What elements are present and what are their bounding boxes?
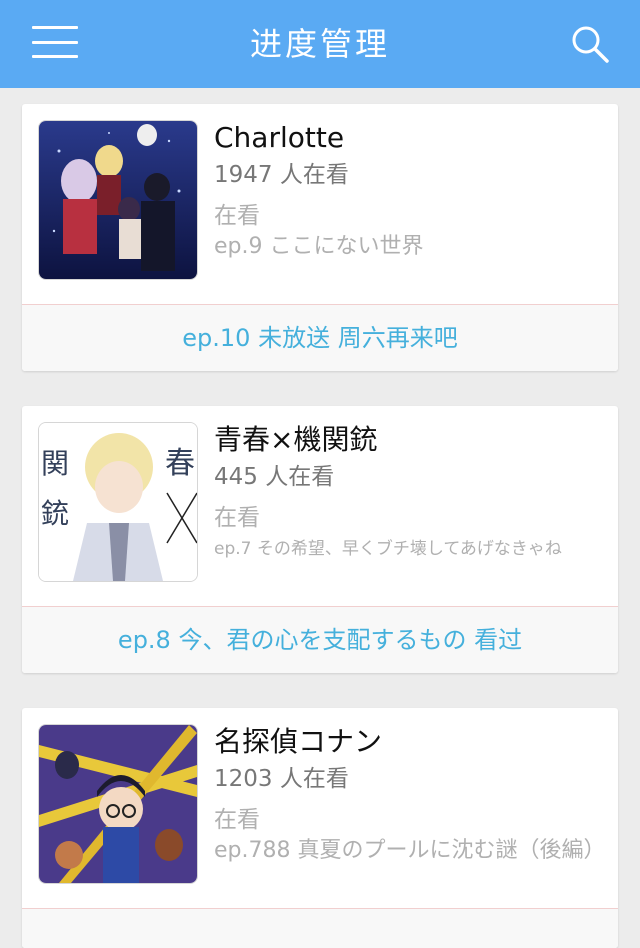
show-card[interactable]: Charlotte 1947 人在看 在看 ep.9 ここにない世界 ep.10… [22,104,618,371]
cover-glyph: 銃 [41,497,69,530]
show-cover-image: 関 銃 春 [38,422,198,582]
next-episode-button[interactable]: ep.8 今、君の心を支配するもの 看过 [22,606,618,673]
latest-episode: ep.7 その希望、早くブチ壊してあげなきゃね [214,539,562,559]
show-title: 青春×機関銃 [214,423,378,456]
show-title: 名探偵コナン [214,725,383,758]
show-title: Charlotte [214,121,345,154]
show-card-header[interactable]: Charlotte 1947 人在看 在看 ep.9 ここにない世界 [22,104,618,304]
watcher-count: 1947 人在看 [214,162,349,188]
latest-episode: ep.9 ここにない世界 [214,234,424,259]
show-cover-image [38,724,198,884]
watcher-count: 1203 人在看 [214,766,349,792]
page-title: 进度管理 [249,25,390,63]
show-card[interactable]: 関 銃 春 青春×機関銃 445 人在看 在看 ep.7 その希望、早くブチ壊し… [22,406,618,673]
next-episode-button[interactable] [22,908,618,948]
show-card[interactable]: 名探偵コナン 1203 人在看 在看 ep.788 真夏のプールに沈む謎（後編） [22,708,618,948]
cover-glyph: 関 [41,447,69,480]
watch-status: 在看 [214,203,260,229]
next-episode-button[interactable]: ep.10 未放送 周六再来吧 [22,304,618,371]
watch-status: 在看 [214,807,260,833]
cover-glyph: 春 [165,446,195,481]
latest-episode: ep.788 真夏のプールに沈む謎（後編） [214,838,606,863]
show-card-header[interactable]: 関 銃 春 青春×機関銃 445 人在看 在看 ep.7 その希望、早くブチ壊し… [22,406,618,606]
search-icon[interactable] [570,24,610,64]
show-card-header[interactable]: 名探偵コナン 1203 人在看 在看 ep.788 真夏のプールに沈む謎（後編） [22,708,618,908]
show-cover-image [38,120,198,280]
nav-bar: 进度管理 [0,0,640,88]
watcher-count: 445 人在看 [214,464,335,490]
watch-status: 在看 [214,505,260,531]
